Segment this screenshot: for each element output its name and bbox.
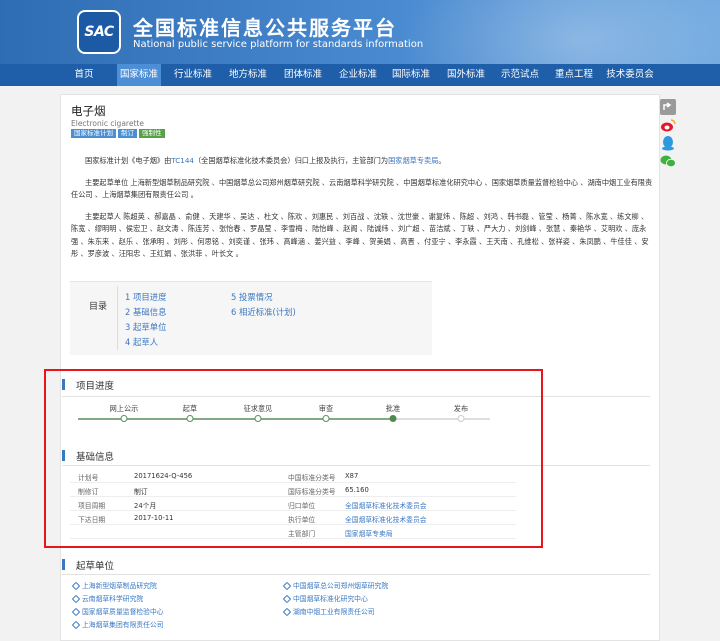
- link-icon: [282, 594, 292, 604]
- drafters-section-title: 起草单位: [76, 561, 115, 572]
- drafter-unit-label: 上海烟草集团有限责任公司: [82, 621, 164, 629]
- qq-icon[interactable]: [660, 135, 676, 151]
- drafter-unit-label: 中国烟草标准化研究中心: [293, 595, 368, 603]
- link-icon: [282, 607, 292, 617]
- drafter-unit-link[interactable]: 中国烟草标准化研究中心: [282, 593, 368, 604]
- link-icon: [71, 620, 81, 630]
- share-icon[interactable]: [660, 99, 676, 115]
- drafter-unit-link[interactable]: 中国烟草总公司郑州烟草研究院: [282, 580, 389, 591]
- weibo-icon[interactable]: [660, 117, 676, 133]
- link-icon: [71, 581, 81, 591]
- drafter-unit-label: 湖南中烟工业有限责任公司: [293, 608, 375, 616]
- link-icon: [71, 607, 81, 617]
- drafter-unit-label: 上海新型烟草制品研究院: [82, 582, 157, 590]
- drafters-section-divider: [62, 574, 650, 575]
- drafter-unit-link[interactable]: 上海新型烟草制品研究院: [71, 580, 157, 591]
- drafter-unit-link[interactable]: 湖南中烟工业有限责任公司: [282, 606, 375, 617]
- drafter-unit-link[interactable]: 国家烟草质量监督检验中心: [71, 606, 164, 617]
- drafter-unit-label: 国家烟草质量监督检验中心: [82, 608, 164, 616]
- link-icon: [71, 594, 81, 604]
- link-icon: [282, 581, 292, 591]
- drafter-unit-label: 云南烟草科学研究院: [82, 595, 144, 603]
- drafter-unit-link[interactable]: 上海烟草集团有限责任公司: [71, 619, 164, 630]
- drafters-section-bar: [62, 559, 65, 570]
- wechat-icon[interactable]: [660, 153, 676, 169]
- highlight-box: [44, 369, 543, 548]
- drafter-unit-link[interactable]: 云南烟草科学研究院: [71, 593, 144, 604]
- drafter-unit-label: 中国烟草总公司郑州烟草研究院: [293, 582, 389, 590]
